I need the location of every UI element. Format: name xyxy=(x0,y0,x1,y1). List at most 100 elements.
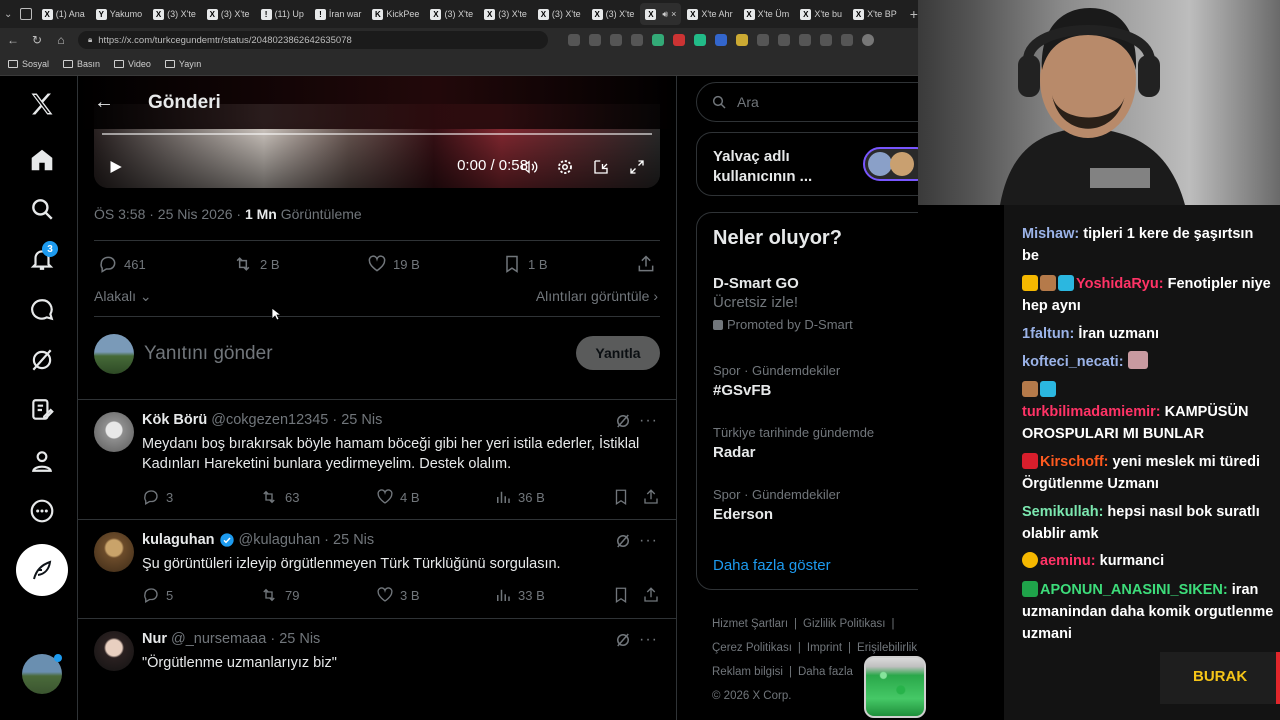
app-icon[interactable] xyxy=(568,34,580,46)
favorites-icon[interactable] xyxy=(799,34,811,46)
messages-icon[interactable] xyxy=(26,294,58,326)
browser-tab[interactable]: X 🔊︎ × xyxy=(640,3,682,25)
share-button[interactable] xyxy=(642,488,660,506)
play-icon[interactable] xyxy=(104,156,126,178)
like-button[interactable]: 4 B xyxy=(376,488,420,506)
reply-input[interactable]: Yanıtını gönder xyxy=(144,343,273,365)
browser-tab[interactable]: ! (11) Up xyxy=(256,3,309,25)
more-options-icon[interactable]: ··· xyxy=(639,631,658,649)
bookmark-button[interactable] xyxy=(612,488,630,506)
more-options-icon[interactable]: ··· xyxy=(639,532,658,550)
views-button[interactable]: 36 B xyxy=(494,488,545,506)
collections-icon[interactable] xyxy=(820,34,832,46)
avatar-stack[interactable] xyxy=(863,147,918,181)
browser-tab[interactable]: X X'te Üm xyxy=(739,3,795,25)
browser-tab[interactable]: X (3) X'te xyxy=(148,3,201,25)
repost-button[interactable]: 79 xyxy=(259,586,299,604)
more-options-icon[interactable] xyxy=(26,495,58,527)
browser-tab[interactable]: X (3) X'te xyxy=(202,3,255,25)
explore-search-icon[interactable] xyxy=(26,193,58,225)
video-progress-bar[interactable] xyxy=(102,133,652,135)
reply-tweet[interactable]: Nur @_nursemaaa · 25 Nis ··· "Örgütlenme … xyxy=(78,619,676,720)
profile-icon[interactable] xyxy=(26,445,58,477)
bookmark-folder[interactable]: Video xyxy=(114,59,151,69)
new-tab-button[interactable]: + xyxy=(910,6,918,22)
repost-button[interactable]: 2 B xyxy=(232,251,280,277)
share-button[interactable] xyxy=(642,586,660,604)
url-field[interactable]: 🔒︎ https://x.com/turkcegundemtr/status/2… xyxy=(78,31,548,49)
show-more-link[interactable]: Daha fazla göster xyxy=(713,557,831,574)
reply-button[interactable]: 5 xyxy=(142,586,173,604)
premium-compose-icon[interactable] xyxy=(26,394,58,426)
fullscreen-icon[interactable] xyxy=(626,156,648,178)
reply-submit-button[interactable]: Yanıtla xyxy=(576,336,660,370)
browser-tab[interactable]: X (3) X'te xyxy=(425,3,478,25)
share-button[interactable] xyxy=(636,251,656,277)
volume-icon[interactable] xyxy=(518,156,540,178)
tab-audio-icon[interactable]: 🔊︎ xyxy=(662,9,668,20)
footer-link[interactable]: Imprint xyxy=(807,642,842,654)
trend-item[interactable]: D-Smart GO Ücretsiz izle! Promoted by D-… xyxy=(713,275,918,332)
reply-button[interactable]: 3 xyxy=(142,488,173,506)
sort-relevance-dropdown[interactable]: Alakalı ⌄ xyxy=(94,288,152,305)
bookmark-folder[interactable]: Basın xyxy=(63,59,100,69)
extension-icon[interactable] xyxy=(736,34,748,46)
search-input[interactable]: Ara xyxy=(696,82,918,122)
bookmark-button[interactable]: 1 B xyxy=(502,251,548,277)
trend-item[interactable]: Spor · Gündemdekiler Ederson ··· xyxy=(713,487,918,523)
like-button[interactable]: 3 B xyxy=(376,586,420,604)
reload-icon[interactable]: ↻ xyxy=(30,33,44,47)
bookmark-button[interactable] xyxy=(612,586,630,604)
favorite-star-icon[interactable] xyxy=(631,34,643,46)
extension-icon[interactable] xyxy=(694,34,706,46)
browser-tab[interactable]: X (3) X'te xyxy=(533,3,586,25)
like-button[interactable]: 19 B xyxy=(367,251,420,277)
extensions-icon[interactable] xyxy=(757,34,769,46)
home-icon[interactable] xyxy=(26,144,58,176)
browser-tab[interactable]: K KickPee xyxy=(367,3,424,25)
grok-icon[interactable] xyxy=(614,412,632,430)
picture-in-picture-icon[interactable] xyxy=(590,156,612,178)
bookmark-folder[interactable]: Sosyal xyxy=(8,59,49,69)
tab-close-icon[interactable]: × xyxy=(671,9,676,19)
footer-link[interactable]: Gizlilik Politikası xyxy=(803,618,885,630)
compose-post-button[interactable] xyxy=(16,544,68,596)
settings-gear-icon[interactable] xyxy=(554,156,576,178)
footer-link[interactable]: Reklam bilgisi xyxy=(712,666,783,678)
footer-link[interactable]: Hizmet Şartları xyxy=(712,618,788,630)
avatar[interactable] xyxy=(94,631,134,671)
avatar[interactable] xyxy=(94,412,134,452)
more-options-icon[interactable]: ··· xyxy=(639,412,658,430)
workspaces-icon[interactable] xyxy=(19,8,32,20)
views-button[interactable]: 33 B xyxy=(494,586,545,604)
x-logo-icon[interactable] xyxy=(26,88,58,120)
browser-tab[interactable]: X (3) X'te xyxy=(479,3,532,25)
browser-tab[interactable]: ! İran war xyxy=(310,3,367,25)
grok-icon[interactable] xyxy=(614,532,632,550)
browser-tab[interactable]: X (3) X'te xyxy=(587,3,640,25)
account-avatar[interactable] xyxy=(22,654,62,694)
grok-icon[interactable] xyxy=(614,631,632,649)
browser-tab[interactable]: X X'te bu xyxy=(795,3,847,25)
back-arrow-icon[interactable]: ← xyxy=(94,91,114,114)
view-quotes-link[interactable]: Alıntıları görüntüle › xyxy=(536,288,658,304)
avatar[interactable] xyxy=(94,532,134,572)
footer-link[interactable]: Çerez Politikası xyxy=(712,642,792,654)
grok-icon[interactable] xyxy=(26,344,58,376)
footer-link[interactable]: Daha fazla xyxy=(798,666,853,678)
extension-icon[interactable] xyxy=(652,34,664,46)
reply-tweet[interactable]: kulaguhan @kulaguhan · 25 Nis ··· Şu gör… xyxy=(78,520,676,618)
reply-tweet[interactable]: Kök Börü @cokgezen12345 · 25 Nis ··· Meyd… xyxy=(78,400,676,518)
trend-item[interactable]: Türkiye tarihinde gündemde Radar ··· xyxy=(713,425,918,461)
back-icon[interactable]: ← xyxy=(6,33,20,47)
suggestion-card[interactable]: Yalvaç adlı kullanıcının ... xyxy=(696,132,918,196)
profile-avatar-icon[interactable] xyxy=(862,34,874,46)
copilot-icon[interactable] xyxy=(841,34,853,46)
split-screen-icon[interactable] xyxy=(778,34,790,46)
extension-icon[interactable] xyxy=(715,34,727,46)
reply-button[interactable]: 461 xyxy=(98,251,146,277)
browser-tab[interactable]: X (1) Ana xyxy=(37,3,90,25)
extension-icon[interactable] xyxy=(673,34,685,46)
tab-list-chevron-icon[interactable]: ⌄ xyxy=(4,9,18,20)
browser-tab[interactable]: X X'te BP xyxy=(848,3,902,25)
